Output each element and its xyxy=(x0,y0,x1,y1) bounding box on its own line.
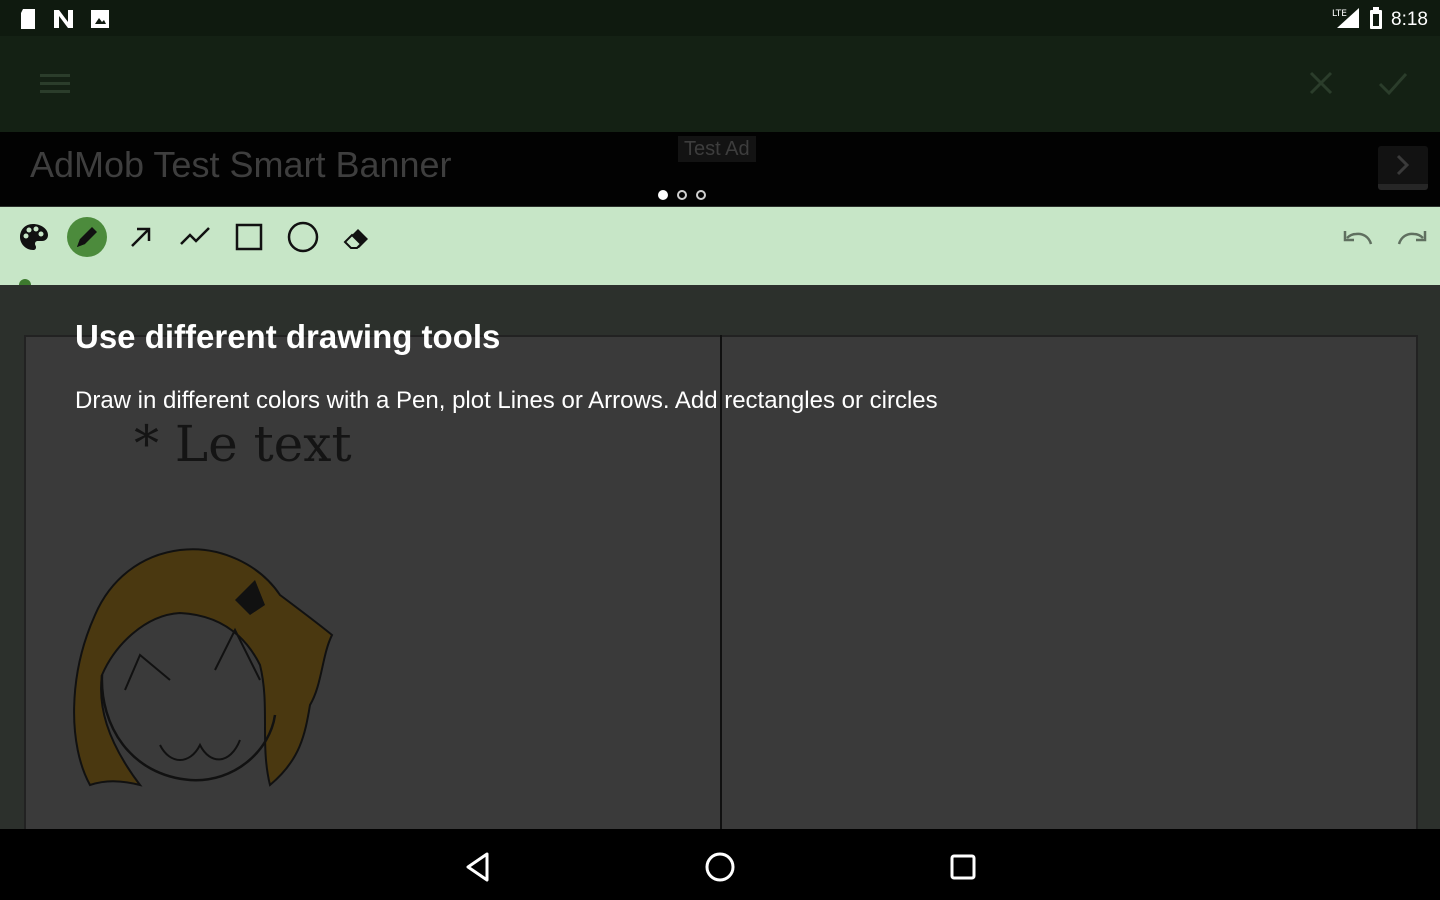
status-bar: LTE 8:18 xyxy=(0,0,1440,36)
ad-title: AdMob Test Smart Banner xyxy=(30,144,452,185)
tip-description: Draw in different colors with a Pen, plo… xyxy=(75,387,938,414)
check-icon[interactable] xyxy=(1376,66,1410,104)
status-system: LTE 8:18 xyxy=(1331,6,1428,34)
ad-badge: Test Ad xyxy=(678,136,756,162)
chevron-right-icon xyxy=(1396,154,1410,176)
photo-notification-icon xyxy=(90,8,110,34)
status-notifications xyxy=(18,8,110,34)
sd-card-icon xyxy=(18,8,38,34)
pager-indicator xyxy=(658,190,706,200)
palette-icon[interactable] xyxy=(13,217,53,257)
pager-dot[interactable] xyxy=(677,190,687,200)
back-icon[interactable] xyxy=(458,847,498,887)
rectangle-icon[interactable] xyxy=(229,217,269,257)
pen-icon[interactable] xyxy=(67,217,107,257)
circle-icon[interactable] xyxy=(283,217,323,257)
pager-dot[interactable] xyxy=(696,190,706,200)
home-icon[interactable] xyxy=(700,847,740,887)
tip-title: Use different drawing tools xyxy=(75,318,501,355)
eraser-icon[interactable] xyxy=(337,217,377,257)
navigation-bar xyxy=(0,829,1440,900)
battery-icon xyxy=(1369,6,1383,34)
redo-icon[interactable] xyxy=(1392,217,1432,257)
n-notification-icon xyxy=(52,8,76,34)
ad-arrow-button[interactable] xyxy=(1378,146,1428,190)
drawing-canvas[interactable]: * Le text xyxy=(0,285,1440,829)
pager-dot[interactable] xyxy=(658,190,668,200)
hair-doodle-drawing xyxy=(73,548,334,787)
close-icon[interactable] xyxy=(1304,66,1338,104)
line-icon[interactable] xyxy=(175,217,215,257)
app-bar xyxy=(0,36,1440,132)
recents-icon[interactable] xyxy=(943,847,983,887)
arrow-icon[interactable] xyxy=(121,217,161,257)
drawing-toolbar xyxy=(0,207,1440,291)
svg-text:LTE: LTE xyxy=(1332,9,1347,19)
menu-icon[interactable] xyxy=(38,66,72,104)
signal-icon: LTE xyxy=(1331,6,1361,34)
status-time: 8:18 xyxy=(1391,9,1428,30)
undo-icon[interactable] xyxy=(1338,217,1378,257)
canvas-text: * Le text xyxy=(134,415,352,473)
ad-banner[interactable]: AdMob Test Smart Banner Test Ad xyxy=(0,132,1440,206)
